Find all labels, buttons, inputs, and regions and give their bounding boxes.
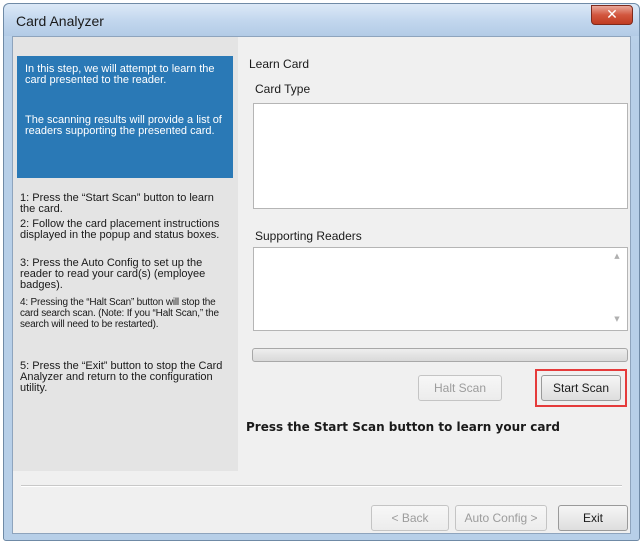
supporting-readers-label: Supporting Readers [255, 229, 362, 243]
card-type-label: Card Type [255, 82, 311, 96]
step-5: 5: Press the “Exit” button to stop the C… [20, 360, 223, 394]
window-title: Card Analyzer [16, 13, 104, 29]
learn-card-heading: Learn Card [249, 57, 310, 71]
exit-button[interactable]: Exit [558, 505, 628, 531]
auto-config-button[interactable]: Auto Config > [455, 505, 547, 531]
footer-separator [21, 485, 622, 487]
halt-scan-button[interactable]: Halt Scan [418, 375, 502, 401]
status-message: Press the Start Scan button to learn you… [246, 420, 560, 434]
scan-progress-bar [252, 348, 628, 362]
supporting-readers-list[interactable] [253, 247, 628, 331]
card-analyzer-window: Card Analyzer ✕ In this step, we will at… [3, 3, 640, 541]
intro-paragraph-1: In this step, we will attempt to learn t… [25, 63, 215, 86]
back-button[interactable]: < Back [371, 505, 449, 531]
step-4: 4: Pressing the “Halt Scan” button will … [20, 297, 219, 330]
dialog-client-area: In this step, we will attempt to learn t… [12, 36, 631, 534]
step-3: 3: Press the Auto Config to set up the r… [20, 257, 206, 291]
close-icon: ✕ [606, 7, 618, 23]
intro-paragraph-2: The scanning results will provide a list… [25, 114, 222, 137]
title-bar[interactable]: Card Analyzer ✕ [4, 4, 639, 36]
close-button[interactable]: ✕ [591, 5, 633, 25]
scroll-down-icon[interactable]: ▼ [613, 315, 621, 323]
intro-box: In this step, we will attempt to learn t… [17, 56, 233, 178]
start-scan-highlight [535, 369, 627, 407]
step-1: 1: Press the “Start Scan” button to lear… [20, 192, 214, 215]
step-2: 2: Follow the card placement instruction… [20, 218, 220, 241]
scroll-up-icon[interactable]: ▲ [613, 252, 621, 260]
instructions-panel: In this step, we will attempt to learn t… [13, 37, 238, 471]
card-type-box [253, 103, 628, 209]
